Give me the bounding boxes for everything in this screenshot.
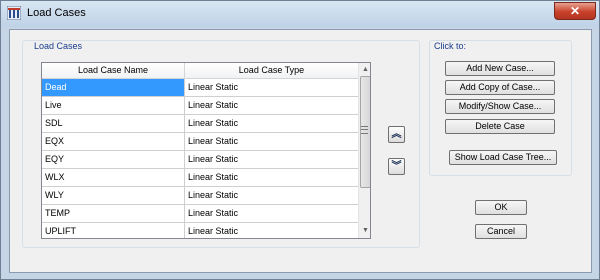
load-case-name-cell[interactable]: Live <box>42 97 185 114</box>
table-scrollbar[interactable]: ▲ ▼ <box>358 63 370 238</box>
table-row[interactable]: WLY Linear Static <box>42 187 358 205</box>
table-row[interactable]: TEMP Linear Static <box>42 205 358 223</box>
column-header-name[interactable]: Load Case Name <box>42 63 185 79</box>
title-bar[interactable]: Load Cases ✕ <box>1 1 599 27</box>
load-case-type-cell[interactable]: Linear Static <box>185 187 358 204</box>
table-row[interactable]: UPLIFT Linear Static <box>42 223 358 238</box>
load-cases-table[interactable]: Load Case Name Load Case Type Dead Linear… <box>41 62 371 239</box>
load-case-name-cell[interactable]: SDL <box>42 115 185 132</box>
table-row[interactable]: WLX Linear Static <box>42 169 358 187</box>
load-case-name-cell[interactable]: UPLIFT <box>42 223 185 238</box>
load-case-type-cell[interactable]: Linear Static <box>185 223 358 238</box>
add-new-case-button[interactable]: Add New Case... <box>445 61 555 76</box>
load-case-type-cell[interactable]: Linear Static <box>185 151 358 168</box>
load-case-name-cell[interactable]: Dead <box>42 79 185 96</box>
load-case-name-cell[interactable]: TEMP <box>42 205 185 222</box>
double-chevron-down-icon: ︾ <box>391 161 402 172</box>
app-structure-icon <box>7 6 21 20</box>
column-header-type[interactable]: Load Case Type <box>185 63 358 79</box>
table-row[interactable]: EQY Linear Static <box>42 151 358 169</box>
window-title: Load Cases <box>27 7 86 19</box>
move-up-button[interactable]: ︽ <box>388 126 405 143</box>
load-case-name-cell[interactable]: EQY <box>42 151 185 168</box>
ok-button[interactable]: OK <box>475 200 527 215</box>
load-case-type-cell[interactable]: Linear Static <box>185 97 358 114</box>
load-case-name-cell[interactable]: WLY <box>42 187 185 204</box>
table-row[interactable]: SDL Linear Static <box>42 115 358 133</box>
load-case-name-cell[interactable]: EQX <box>42 133 185 150</box>
load-case-type-cell[interactable]: Linear Static <box>185 205 358 222</box>
add-copy-of-case-button[interactable]: Add Copy of Case... <box>445 80 555 95</box>
move-down-button[interactable]: ︾ <box>388 158 405 175</box>
cancel-button[interactable]: Cancel <box>475 224 527 239</box>
show-load-case-tree-button[interactable]: Show Load Case Tree... <box>449 150 557 165</box>
table-row[interactable]: Live Linear Static <box>42 97 358 115</box>
scroll-down-icon[interactable]: ▼ <box>359 225 370 237</box>
load-cases-group-title: Load Cases <box>32 41 85 51</box>
click-to-label: Click to: <box>434 41 467 51</box>
delete-case-button[interactable]: Delete Case <box>445 119 555 134</box>
load-case-name-cell[interactable]: WLX <box>42 169 185 186</box>
load-case-type-cell[interactable]: Linear Static <box>185 115 358 132</box>
double-chevron-up-icon: ︽ <box>391 129 402 140</box>
table-row[interactable]: EQX Linear Static <box>42 133 358 151</box>
load-case-type-cell[interactable]: Linear Static <box>185 133 358 150</box>
close-icon: ✕ <box>569 4 581 18</box>
load-case-type-cell[interactable]: Linear Static <box>185 169 358 186</box>
grip-icon <box>361 126 368 134</box>
scroll-up-icon[interactable]: ▲ <box>359 64 370 76</box>
modify-show-case-button[interactable]: Modify/Show Case... <box>445 99 555 114</box>
close-button[interactable]: ✕ <box>554 2 596 20</box>
load-case-type-cell[interactable]: Linear Static <box>185 79 358 96</box>
table-header: Load Case Name Load Case Type <box>42 63 358 79</box>
table-row[interactable]: Dead Linear Static <box>42 79 358 97</box>
